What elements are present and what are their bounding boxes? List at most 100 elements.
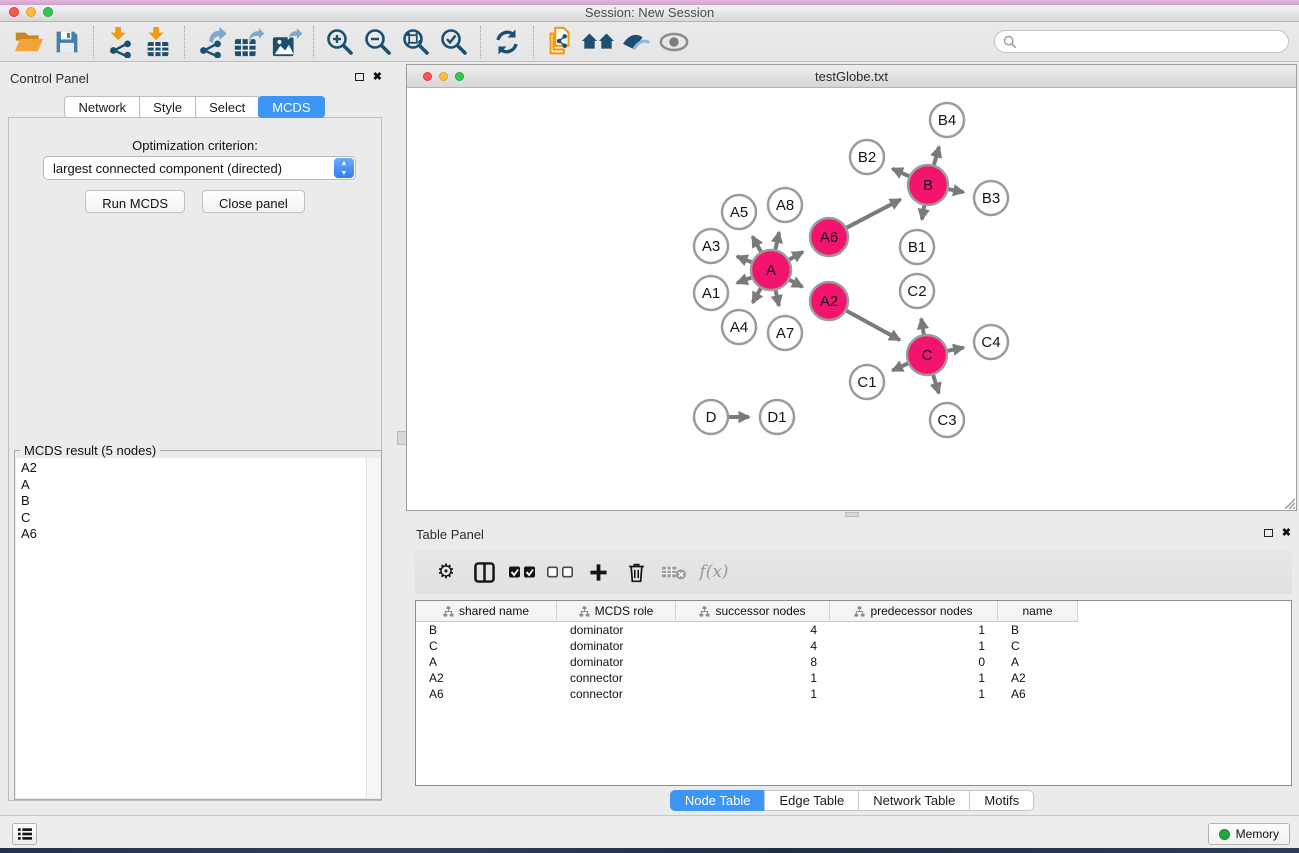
graph-node-d[interactable]: D bbox=[694, 400, 728, 434]
graph-node-a6[interactable]: A6 bbox=[810, 218, 848, 256]
graph-edge[interactable] bbox=[893, 364, 908, 371]
column-header-predecessor-nodes[interactable]: predecessor nodes bbox=[830, 601, 998, 622]
graph-edge[interactable] bbox=[776, 291, 779, 306]
export-table-icon[interactable] bbox=[230, 25, 268, 59]
graph-edge[interactable] bbox=[737, 256, 752, 262]
tab-edge-table[interactable]: Edge Table bbox=[764, 790, 859, 811]
half-eye-icon[interactable] bbox=[617, 25, 655, 59]
graph-edge[interactable] bbox=[753, 237, 761, 252]
graph-node-c[interactable]: C bbox=[907, 335, 947, 375]
graph-edge[interactable] bbox=[789, 252, 803, 260]
import-network-icon[interactable] bbox=[101, 25, 139, 59]
graph-edge[interactable] bbox=[948, 348, 964, 351]
clone-network-icon[interactable] bbox=[541, 25, 579, 59]
graph-node-b2[interactable]: B2 bbox=[850, 140, 884, 174]
tab-style[interactable]: Style bbox=[139, 96, 196, 118]
mcds-result-list[interactable]: A2ABCA6 bbox=[16, 458, 366, 798]
graph-node-c2[interactable]: C2 bbox=[900, 274, 934, 308]
graph-node-c1[interactable]: C1 bbox=[850, 365, 884, 399]
graph-node-a8[interactable]: A8 bbox=[768, 188, 802, 222]
graph-edge[interactable] bbox=[921, 319, 924, 335]
table-row[interactable]: Adominator80A bbox=[416, 654, 1291, 670]
tab-select[interactable]: Select bbox=[195, 96, 259, 118]
delete-icon[interactable] bbox=[617, 557, 655, 587]
float-table-panel-icon[interactable] bbox=[1264, 529, 1273, 537]
tab-mcds[interactable]: MCDS bbox=[258, 96, 324, 118]
zoom-fit-icon[interactable] bbox=[397, 25, 435, 59]
graph-node-b1[interactable]: B1 bbox=[900, 230, 934, 264]
delete-table-icon[interactable] bbox=[655, 557, 693, 587]
close-panel-button[interactable]: Close panel bbox=[202, 190, 305, 213]
select-all-icon[interactable] bbox=[503, 557, 541, 587]
zoom-selected-icon[interactable] bbox=[435, 25, 473, 59]
graph-edge[interactable] bbox=[934, 147, 939, 165]
mcds-result-item[interactable]: A bbox=[21, 477, 366, 494]
export-image-icon[interactable] bbox=[268, 25, 306, 59]
graph-node-c4[interactable]: C4 bbox=[974, 325, 1008, 359]
mcds-result-scrollbar[interactable] bbox=[366, 458, 380, 798]
table-row[interactable]: Cdominator41C bbox=[416, 638, 1291, 654]
open-session-icon[interactable] bbox=[10, 25, 48, 59]
graph-node-a7[interactable]: A7 bbox=[768, 316, 802, 350]
network-canvas[interactable]: AA1A2A3A4A5A6A7A8BB1B2B3B4CC1C2C3C4DD1 bbox=[407, 88, 1296, 510]
tab-network[interactable]: Network bbox=[64, 96, 140, 118]
tab-motifs[interactable]: Motifs bbox=[969, 790, 1034, 811]
search-field[interactable] bbox=[994, 30, 1289, 53]
graph-node-b4[interactable]: B4 bbox=[930, 103, 964, 137]
eye-icon[interactable] bbox=[655, 25, 693, 59]
refresh-icon[interactable] bbox=[488, 25, 526, 59]
column-header-mcds-role[interactable]: MCDS role bbox=[557, 601, 676, 622]
dropdown-stepper-icon[interactable]: ▲▼ bbox=[334, 158, 354, 178]
graph-edge[interactable] bbox=[753, 288, 761, 302]
table-row[interactable]: A6connector11A6 bbox=[416, 686, 1291, 702]
graph-edge[interactable] bbox=[922, 206, 924, 220]
optimization-dropdown[interactable]: largest connected component (directed) ▲… bbox=[43, 156, 356, 180]
tab-network-table[interactable]: Network Table bbox=[858, 790, 970, 811]
column-header-shared-name[interactable]: shared name bbox=[416, 601, 557, 622]
graph-node-a4[interactable]: A4 bbox=[722, 310, 756, 344]
column-header-name[interactable]: name bbox=[998, 601, 1078, 622]
mcds-result-item[interactable]: C bbox=[21, 510, 366, 527]
graph-node-b[interactable]: B bbox=[908, 165, 948, 205]
graph-node-a[interactable]: A bbox=[751, 250, 791, 290]
function-builder-icon[interactable]: f(x) bbox=[693, 557, 731, 587]
float-panel-icon[interactable] bbox=[355, 73, 364, 81]
mcds-result-item[interactable]: B bbox=[21, 493, 366, 510]
add-column-icon[interactable] bbox=[579, 557, 617, 587]
gear-icon[interactable]: ⚙ bbox=[427, 557, 465, 587]
graph-edge[interactable] bbox=[933, 375, 939, 393]
graph-edge[interactable] bbox=[847, 311, 900, 340]
graph-node-d1[interactable]: D1 bbox=[760, 400, 794, 434]
resize-grip-icon[interactable] bbox=[1282, 496, 1295, 509]
close-table-panel-icon[interactable]: ✖ bbox=[1282, 528, 1291, 538]
graph-edge[interactable] bbox=[892, 169, 909, 177]
graph-edge[interactable] bbox=[775, 232, 779, 249]
graph-node-c3[interactable]: C3 bbox=[930, 403, 964, 437]
table-row[interactable]: Bdominator41B bbox=[416, 622, 1291, 638]
columns-icon[interactable] bbox=[465, 557, 503, 587]
export-network-icon[interactable] bbox=[192, 25, 230, 59]
memory-button[interactable]: Memory bbox=[1208, 823, 1290, 845]
mcds-result-item[interactable]: A6 bbox=[21, 526, 366, 543]
graph-edge[interactable] bbox=[847, 199, 901, 227]
double-house-icon[interactable] bbox=[579, 25, 617, 59]
graph-edge[interactable] bbox=[737, 278, 751, 284]
graph-edge[interactable] bbox=[949, 189, 964, 192]
mcds-result-item[interactable]: A2 bbox=[21, 460, 366, 477]
graph-node-a5[interactable]: A5 bbox=[722, 195, 756, 229]
unselect-all-icon[interactable] bbox=[541, 557, 579, 587]
horizontal-splitter-handle[interactable] bbox=[845, 512, 859, 517]
tab-node-table[interactable]: Node Table bbox=[670, 790, 766, 811]
column-header-successor-nodes[interactable]: successor nodes bbox=[676, 601, 830, 622]
task-history-button[interactable] bbox=[12, 823, 37, 845]
graph-node-b3[interactable]: B3 bbox=[974, 181, 1008, 215]
graph-node-a3[interactable]: A3 bbox=[694, 229, 728, 263]
close-panel-icon[interactable]: ✖ bbox=[373, 72, 382, 82]
save-session-icon[interactable] bbox=[48, 25, 86, 59]
run-mcds-button[interactable]: Run MCDS bbox=[85, 190, 185, 213]
search-input[interactable] bbox=[1017, 34, 1267, 49]
import-table-icon[interactable] bbox=[139, 25, 177, 59]
zoom-in-icon[interactable] bbox=[321, 25, 359, 59]
table-row[interactable]: A2connector11A2 bbox=[416, 670, 1291, 686]
graph-node-a1[interactable]: A1 bbox=[694, 276, 728, 310]
